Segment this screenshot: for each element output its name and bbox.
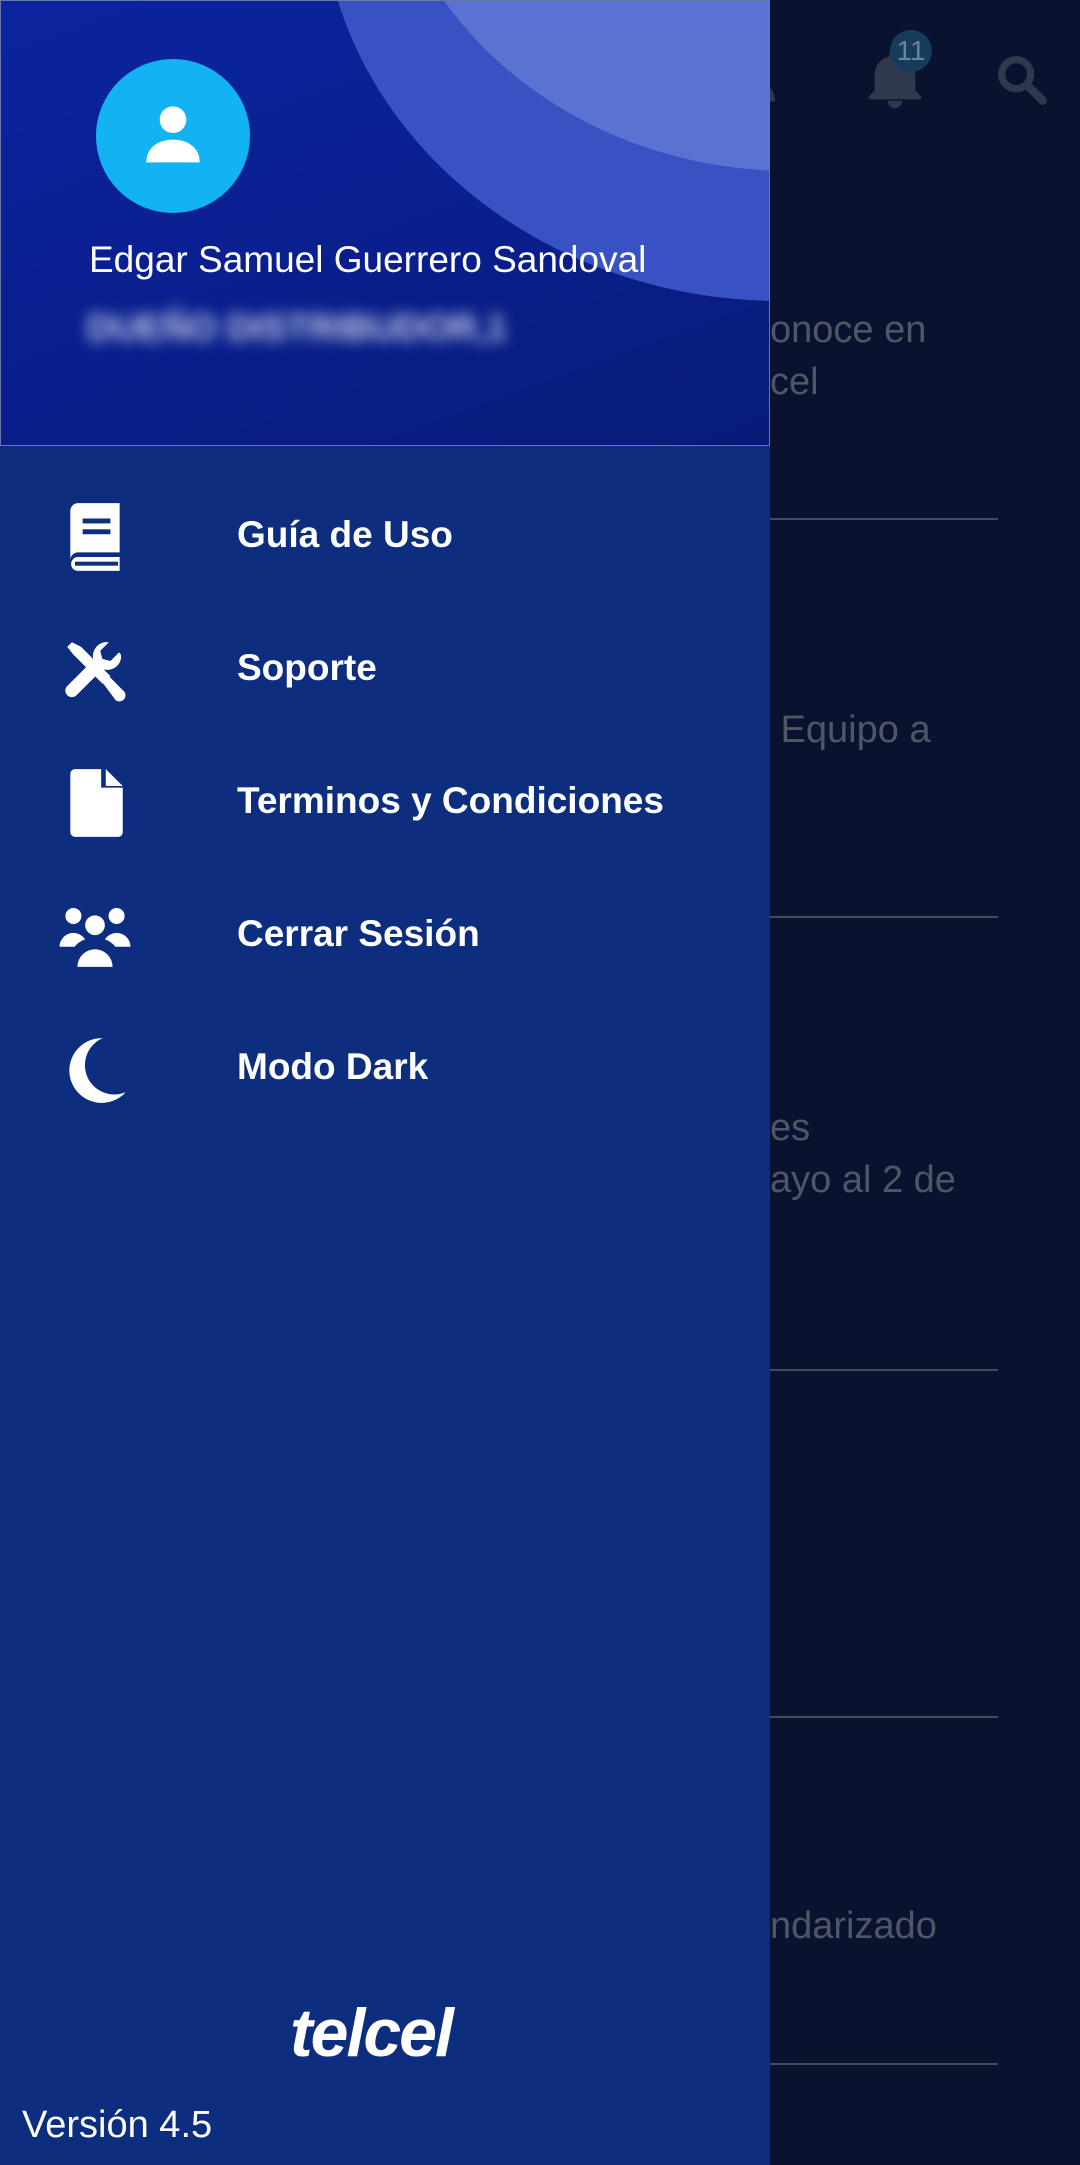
moon-icon — [69, 1038, 126, 1103]
book-icon — [70, 503, 120, 571]
menu-label: Modo Dark — [237, 1046, 429, 1087]
menu-label: Terminos y Condiciones — [237, 780, 664, 821]
user-name: Edgar Samuel Guerrero Sandoval — [89, 239, 647, 280]
user-icon — [146, 106, 200, 163]
avatar[interactable] — [96, 59, 250, 213]
telcel-logo: telcel — [290, 1995, 454, 2071]
menu-label: Guía de Uso — [237, 514, 453, 555]
menu-item-terminos-y-condiciones[interactable]: Terminos y Condiciones — [0, 736, 770, 856]
menu-item-soporte[interactable]: Soporte — [0, 603, 770, 723]
user-role: DUEÑO DISTRIBUDOR,1 — [87, 307, 508, 348]
file-icon — [70, 769, 123, 837]
menu-item-guia-de-uso[interactable]: Guía de Uso — [0, 470, 770, 590]
menu-item-cerrar-sesion[interactable]: Cerrar Sesión — [0, 869, 770, 989]
navigation-drawer: Edgar Samuel Guerrero Sandoval DUEÑO DIS… — [0, 0, 770, 2165]
drawer-divider — [0, 1553, 770, 1555]
tools-icon — [65, 642, 126, 702]
menu-label: Soporte — [237, 647, 377, 688]
menu-label: Cerrar Sesión — [237, 913, 480, 954]
app-version: Versión 4.5 — [22, 2104, 213, 2146]
menu-item-modo-dark[interactable]: Modo Dark — [0, 1002, 770, 1122]
drawer-header: Edgar Samuel Guerrero Sandoval DUEÑO DIS… — [0, 0, 770, 446]
users-icon — [59, 907, 131, 967]
